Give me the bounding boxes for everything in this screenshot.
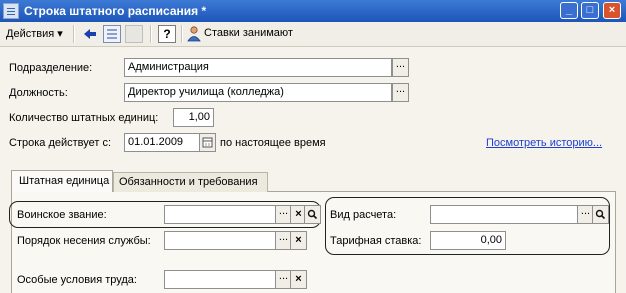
calendar-icon[interactable] <box>199 133 216 152</box>
view-history-link[interactable]: Посмотреть историю... <box>486 137 602 149</box>
service-order-clear-icon[interactable]: × <box>290 231 307 250</box>
back-arrow-icon[interactable] <box>81 25 99 43</box>
service-order-field[interactable] <box>164 231 276 250</box>
calc-type-field[interactable] <box>430 205 578 224</box>
military-rank-search-icon[interactable] <box>304 205 321 224</box>
staff-units-field[interactable]: 1,00 <box>173 108 214 127</box>
toolbar-separator <box>150 25 152 43</box>
work-conditions-clear-icon[interactable]: × <box>290 270 307 289</box>
tab-duties-requirements[interactable]: Обязанности и требования <box>113 172 268 192</box>
position-field[interactable]: Директор училища (колледжа) <box>124 83 392 102</box>
window-title: Строка штатного расписания * <box>24 4 207 18</box>
toolbar-separator <box>181 25 183 43</box>
toolbar-separator <box>73 25 75 43</box>
valid-from-label: Строка действует с: <box>9 137 112 149</box>
valid-from-date-field[interactable]: 01.01.2009 <box>124 133 200 152</box>
service-order-label: Порядок несения службы: <box>17 235 151 247</box>
tariff-rate-label: Тарифная ставка: <box>330 235 422 247</box>
position-label: Должность: <box>9 87 68 99</box>
military-rank-label: Воинское звание: <box>17 209 107 221</box>
list-icon[interactable] <box>103 25 121 43</box>
maximize-button[interactable]: □ <box>581 2 599 19</box>
form-icon <box>3 3 19 19</box>
department-select-button[interactable]: ... <box>392 58 409 77</box>
copy-icon <box>125 25 143 43</box>
help-icon[interactable]: ? <box>158 25 176 43</box>
staff-units-label: Количество штатных единиц: <box>9 112 159 124</box>
tab-staff-unit[interactable]: Штатная единица <box>11 170 113 192</box>
close-button[interactable]: × <box>603 2 621 19</box>
title-bar: Строка штатного расписания * _ □ × <box>0 0 626 22</box>
department-label: Подразделение: <box>9 62 93 74</box>
calc-type-label: Вид расчета: <box>330 209 397 221</box>
military-rank-field[interactable] <box>164 205 276 224</box>
person-icon[interactable] <box>186 25 204 43</box>
position-select-button[interactable]: ... <box>392 83 409 102</box>
work-conditions-field[interactable] <box>164 270 276 289</box>
valid-until-text: по настоящее время <box>220 137 326 149</box>
department-field[interactable]: Администрация <box>124 58 392 77</box>
calc-type-search-icon[interactable] <box>592 205 609 224</box>
rates-occupied-button[interactable]: Ставки занимают <box>204 27 293 39</box>
toolbar: Действия ▾ ? Ставки занимают <box>0 22 626 47</box>
minimize-button[interactable]: _ <box>560 2 578 19</box>
tariff-rate-field[interactable]: 0,00 <box>430 231 506 250</box>
work-conditions-label: Особые условия труда: <box>17 274 137 286</box>
actions-menu[interactable]: Действия ▾ <box>6 27 63 40</box>
